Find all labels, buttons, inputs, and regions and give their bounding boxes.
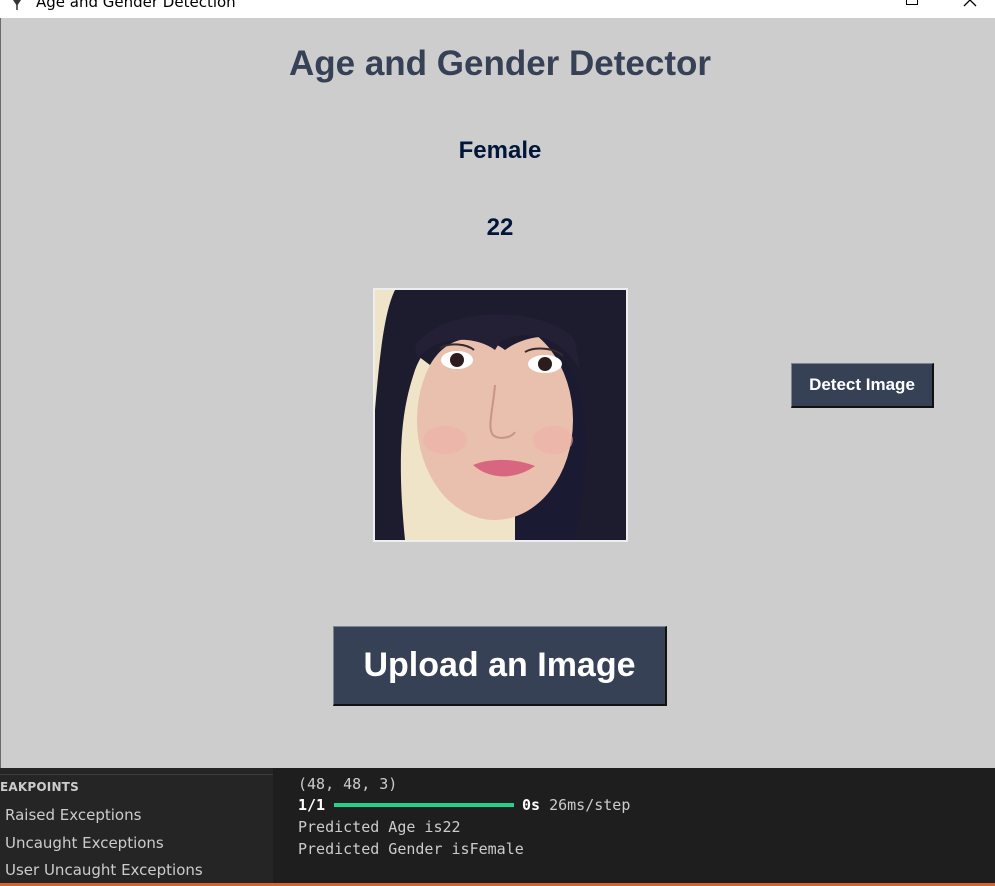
terminal-age-line: Predicted Age is22 bbox=[298, 818, 461, 836]
close-icon[interactable] bbox=[962, 0, 978, 8]
terminal-shape-line: (48, 48, 3) bbox=[298, 775, 398, 793]
progress-rate: 26ms/step bbox=[549, 796, 631, 814]
progress-time: 0s bbox=[522, 796, 541, 814]
uploaded-photo bbox=[373, 288, 628, 542]
window-title: Age and Gender Detection bbox=[36, 0, 236, 11]
window-titlebar: Age and Gender Detection bbox=[0, 0, 995, 18]
feather-icon bbox=[13, 0, 21, 10]
breakpoint-item-uncaught[interactable]: Uncaught Exceptions bbox=[5, 834, 164, 852]
gender-label: Female bbox=[458, 137, 542, 164]
progress-bar bbox=[334, 803, 514, 807]
breakpoints-panel: EAKPOINTS Raised Exceptions Uncaught Exc… bbox=[0, 768, 273, 886]
breakpoint-item-user-uncaught[interactable]: User Uncaught Exceptions bbox=[5, 861, 203, 879]
breakpoint-item-raised[interactable]: Raised Exceptions bbox=[5, 806, 141, 824]
app-heading: Age and Gender Detector bbox=[288, 44, 712, 83]
detect-image-button[interactable]: Detect Image bbox=[791, 363, 934, 408]
progress-step: 1/1 bbox=[298, 796, 326, 814]
terminal-gender-line: Predicted Gender isFemale bbox=[298, 840, 524, 858]
terminal-panel[interactable]: (48, 48, 3) 1/1 0s 26ms/step Predicted A… bbox=[273, 768, 995, 886]
panel-divider bbox=[0, 774, 273, 775]
breakpoints-header[interactable]: EAKPOINTS bbox=[0, 780, 79, 794]
upload-image-button[interactable]: Upload an Image bbox=[333, 626, 667, 706]
face-photo-illustration bbox=[375, 290, 626, 540]
age-label: 22 bbox=[486, 214, 514, 241]
maximize-button[interactable] bbox=[906, 0, 918, 5]
progress-timing: 0s 26ms/step bbox=[522, 796, 630, 814]
